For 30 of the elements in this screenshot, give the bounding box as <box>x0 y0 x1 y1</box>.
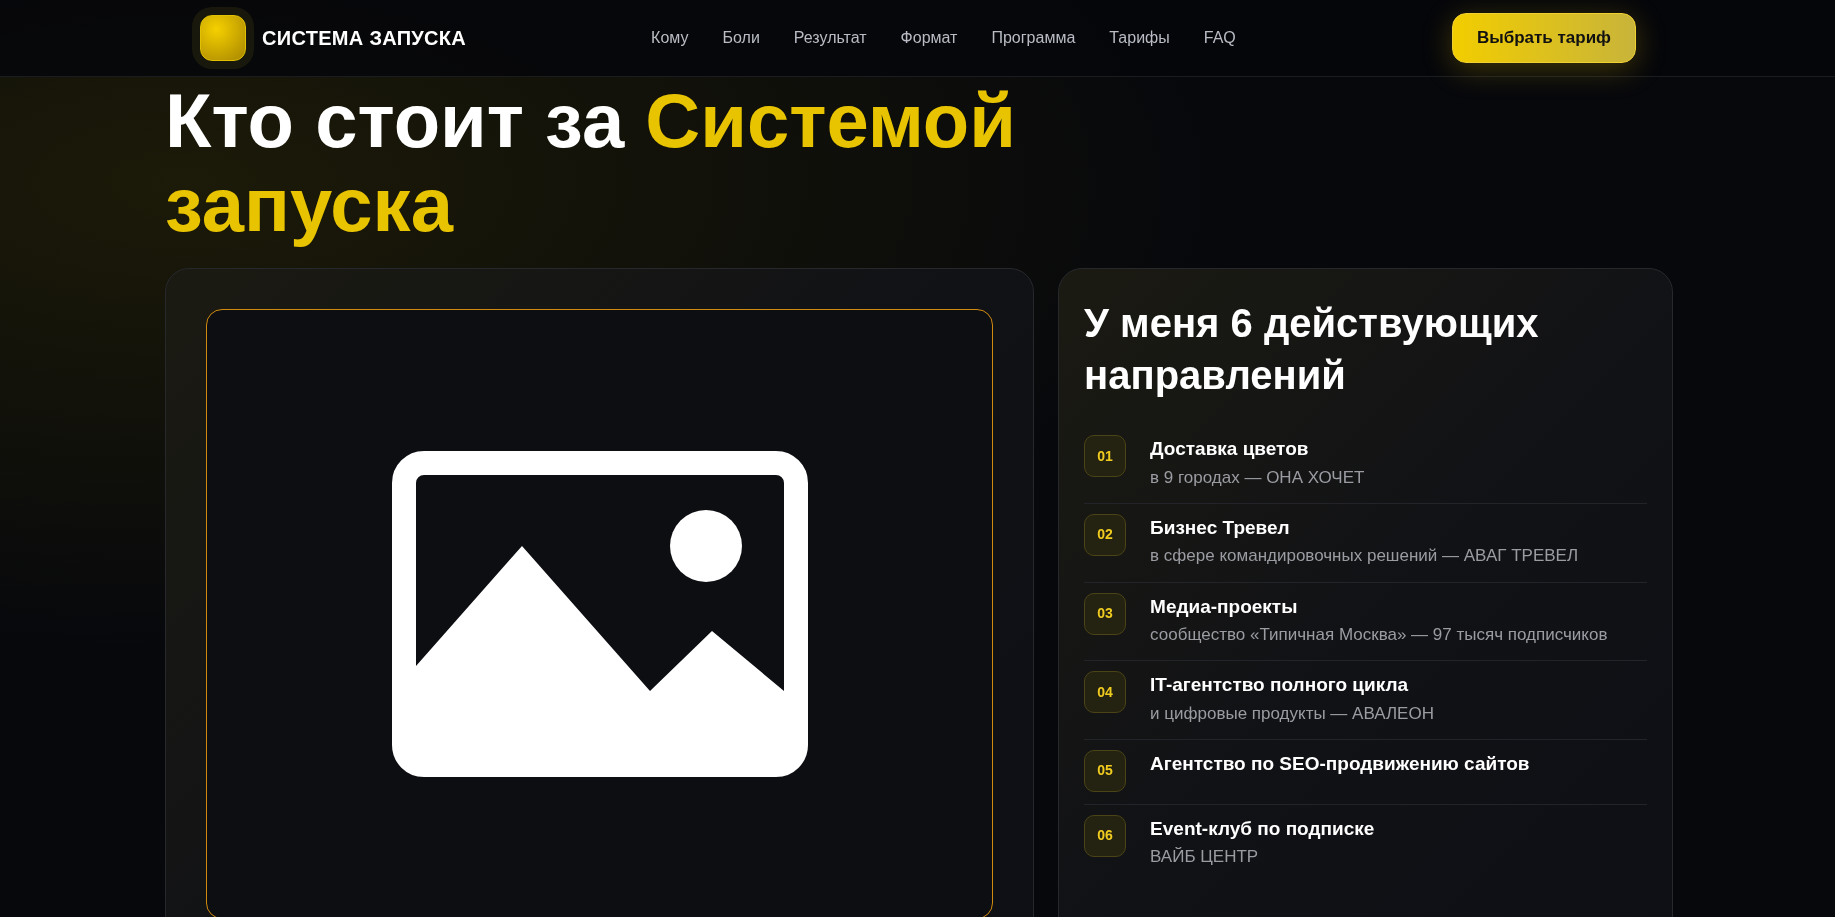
number-badge: 01 <box>1084 435 1127 478</box>
direction-subtitle: сообщество «Типичная Москва» — 97 тысяч подписчиков <box>1150 624 1608 647</box>
direction-subtitle: в 9 городах — ОНА ХОЧЕТ <box>1150 466 1365 489</box>
direction-subtitle: и цифровые продукты — АВАЛЕОН <box>1150 702 1434 725</box>
number-badge: 06 <box>1084 814 1127 857</box>
nav-link[interactable]: Программа <box>991 26 1076 50</box>
direction-title: Event-клуб по подписке <box>1150 816 1375 841</box>
card-heading: У меня 6 действующих направлений <box>1084 300 1540 400</box>
direction-title: Бизнес Тревел <box>1150 515 1291 540</box>
section-heading: Кто стоит за Системой запуска <box>165 79 1017 247</box>
number-badge: 02 <box>1084 513 1127 556</box>
nav-link[interactable]: Результат <box>793 26 867 50</box>
nav-link[interactable]: FAQ <box>1203 26 1236 50</box>
nav-link[interactable]: Кому <box>651 26 689 50</box>
direction-subtitle: в сфере командировочных решений — АВАГ ТРЕВЕЛ <box>1150 545 1579 568</box>
direction-title: Медиа-проекты <box>1150 594 1299 619</box>
direction-title: IT-агентство полного цикла <box>1150 673 1410 698</box>
number-badge: 03 <box>1084 592 1127 635</box>
number-badge: 05 <box>1084 749 1127 792</box>
direction-title: Доставка цветов <box>1150 437 1310 462</box>
image-placeholder-icon <box>391 451 808 778</box>
number-badge: 04 <box>1084 671 1127 714</box>
direction-subtitle: ВАЙБ ЦЕНТР <box>1150 846 1260 869</box>
brand-name[interactable]: СИСТЕМА ЗАПУСКА <box>262 23 467 53</box>
nav-link[interactable]: Тарифы <box>1109 26 1170 50</box>
nav-link[interactable]: Боли <box>722 26 760 50</box>
nav-link[interactable]: Формат <box>900 26 958 50</box>
logo-icon <box>200 15 246 61</box>
choose-plan-button[interactable]: Выбрать тариф <box>1451 13 1636 63</box>
direction-title: Агентство по SEO-продвижению сайтов <box>1150 751 1530 776</box>
